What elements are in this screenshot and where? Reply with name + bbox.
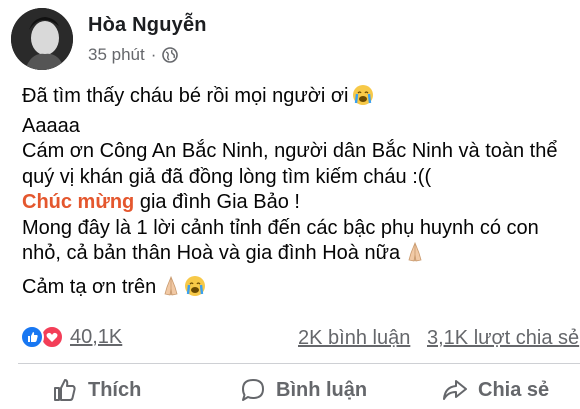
post-line: nhỏ, cả bản thân Hoà và gia đình Hoà nữa	[22, 241, 578, 271]
like-reaction-icon	[20, 325, 44, 349]
post-line: Mong đây là 1 lời cảnh tỉnh đến các bậc …	[22, 216, 539, 239]
avatar[interactable]	[11, 8, 73, 70]
thanks-line: Cảm tạ ơn trên	[22, 275, 578, 305]
facebook-post: Hòa Nguyễn 35 phút · Đã tìm thấy cháu bé…	[0, 0, 580, 409]
crying-face-icon	[352, 84, 374, 114]
reactions-summary[interactable]: 40,1K	[20, 325, 122, 349]
meta-separator: ·	[150, 45, 157, 64]
divider	[18, 363, 580, 364]
congrats-line: Chúc mừng gia đình Gia Bảo !	[22, 190, 578, 216]
share-label: Chia sẻ	[478, 378, 550, 401]
congrats-rest: gia đình Gia Bảo !	[134, 191, 300, 213]
post-line: Aaaaa	[22, 114, 80, 137]
like-button[interactable]: Thích	[52, 377, 141, 403]
comments-count[interactable]: 2K bình luận	[298, 327, 410, 350]
author-name[interactable]: Hòa Nguyễn	[88, 14, 207, 37]
comment-button[interactable]: Bình luận	[240, 377, 367, 403]
share-button[interactable]: Chia sẻ	[442, 377, 549, 403]
post-line-text: Đã tìm thấy cháu bé rồi mọi người ơi	[22, 85, 349, 107]
folded-hands-icon	[160, 275, 182, 305]
post-line: Đã tìm thấy cháu bé rồi mọi người ơi	[22, 84, 578, 114]
post-line-text: nhỏ, cả bản thân Hoà và gia đình Hoà nữa	[22, 242, 401, 264]
share-icon	[443, 380, 467, 400]
congrats-highlight: Chúc mừng	[22, 191, 135, 213]
comment-label: Bình luận	[276, 378, 368, 401]
comment-icon	[242, 379, 264, 401]
post-line-text: Cảm tạ ơn trên	[22, 275, 157, 298]
post-time[interactable]: 35 phút	[88, 45, 145, 65]
reactions-count[interactable]: 40,1K	[70, 326, 122, 349]
post-line: quý vị khán giả đã đồng lòng tìm kiếm ch…	[22, 165, 432, 188]
profile-photo	[11, 8, 73, 70]
post-content: Đã tìm thấy cháu bé rồi mọi người ơi Aaa…	[22, 84, 578, 304]
crying-face-icon	[184, 275, 206, 305]
globe-icon[interactable]	[162, 47, 179, 63]
thumbs-up-icon	[54, 379, 76, 401]
folded-hands-icon	[404, 241, 426, 271]
post-meta: 35 phút ·	[88, 45, 179, 65]
shares-count[interactable]: 3,1K lượt chia sẻ	[427, 327, 579, 350]
post-line: Cám ơn Công An Bắc Ninh, người dân Bắc N…	[22, 140, 558, 162]
like-label: Thích	[88, 378, 142, 401]
